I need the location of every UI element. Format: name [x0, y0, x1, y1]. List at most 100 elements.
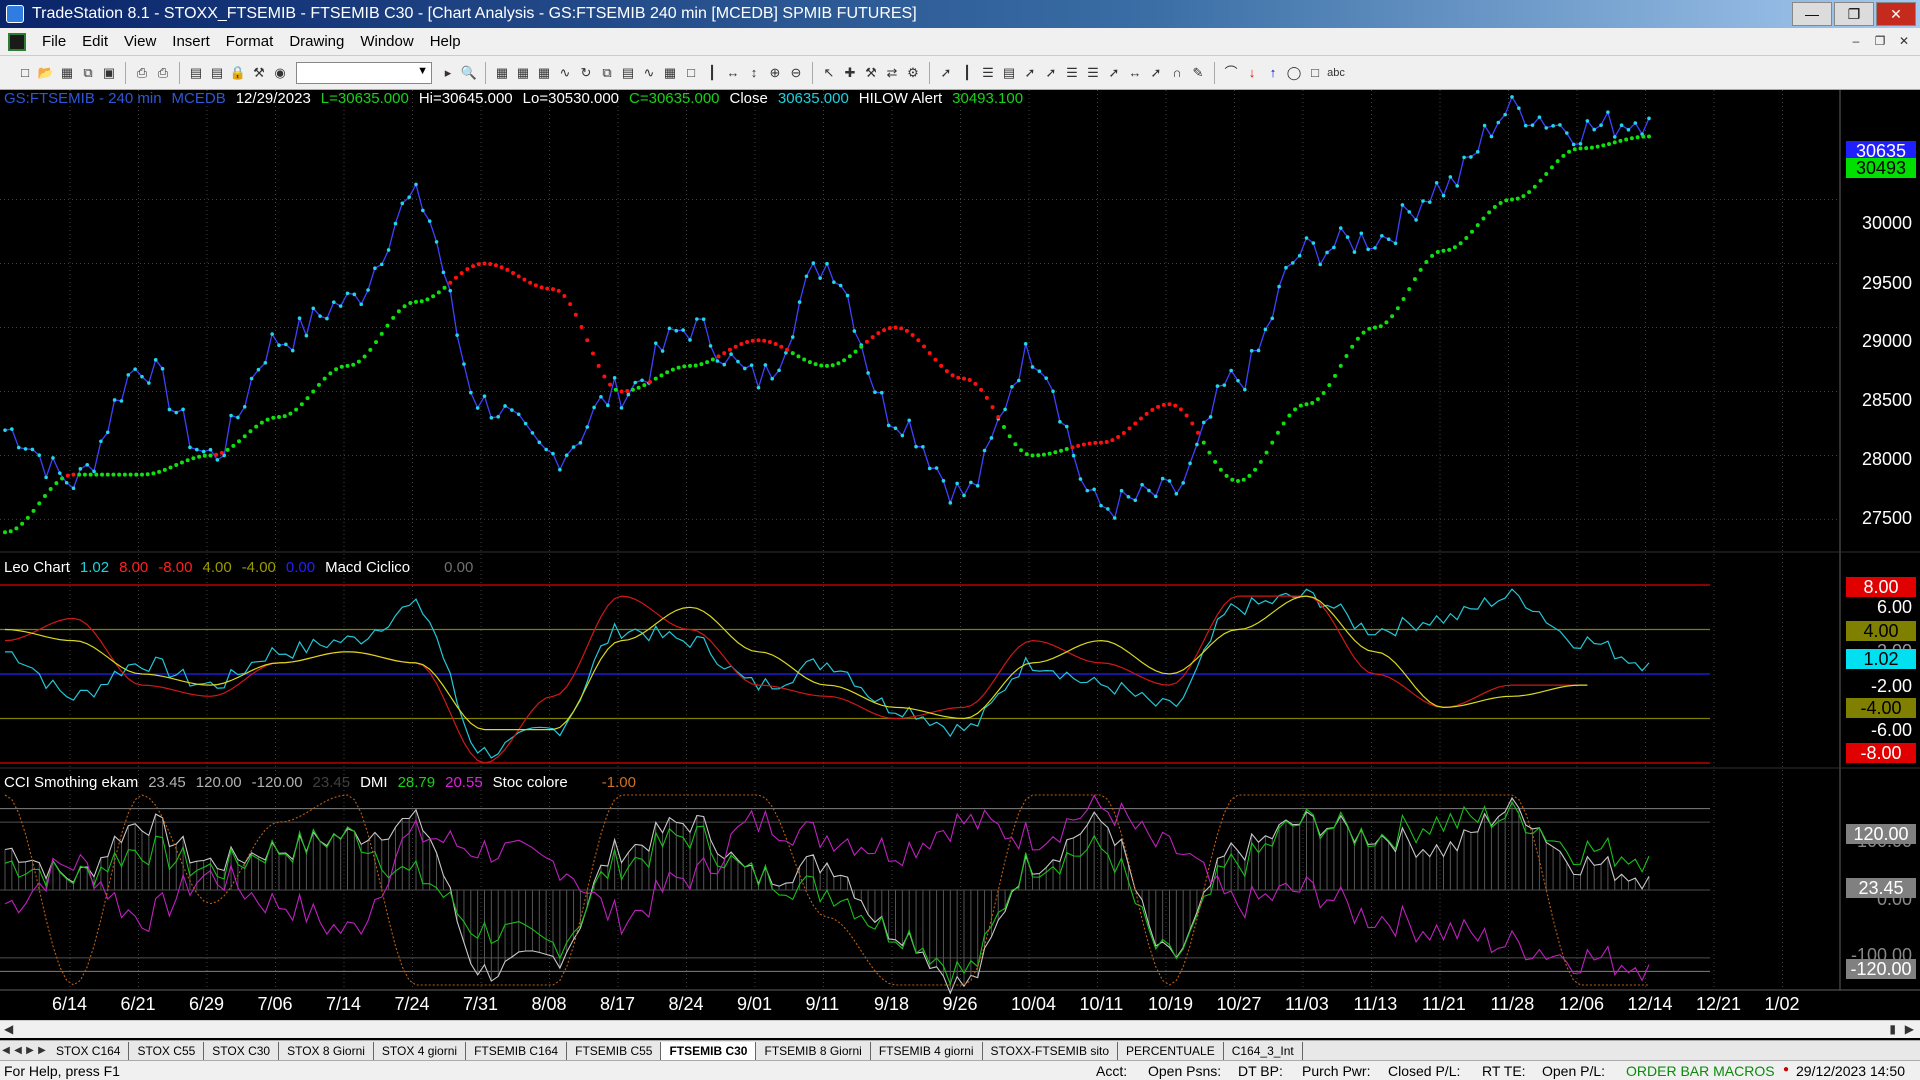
lock-icon[interactable]: 🔒 [229, 64, 247, 82]
close-price-point [1215, 384, 1220, 388]
tab-stox-4-giorni[interactable]: STOX 4 giorni [374, 1041, 467, 1060]
scroll-thumb-icon[interactable]: ▮ [1889, 1022, 1896, 1036]
doc-close-button[interactable]: ✕ [1894, 32, 1914, 50]
tab-stox-8-giorni[interactable]: STOX 8 Giorni [279, 1041, 374, 1060]
text-tool-icon[interactable]: abc [1327, 64, 1345, 82]
tools-icon[interactable]: ⚒ [250, 64, 268, 82]
wrench-icon[interactable]: ⚒ [862, 64, 880, 82]
order-bar-macros[interactable]: ORDER BAR MACROS [1626, 1063, 1775, 1079]
strategy-icon[interactable]: ▦ [661, 64, 679, 82]
retracement-icon[interactable]: ☰ [1084, 64, 1102, 82]
doc-minimize-button[interactable]: – [1846, 32, 1866, 50]
bar-chart-icon[interactable]: □ [682, 64, 700, 82]
copy-icon[interactable]: ⧉ [79, 64, 97, 82]
arc-icon[interactable]: ∩ [1168, 64, 1186, 82]
cursor-icon[interactable]: ✚ [841, 64, 859, 82]
tab-next-icon[interactable]: ▶ [24, 1045, 36, 1056]
pointer-icon[interactable]: ↖ [820, 64, 838, 82]
open-icon[interactable]: 📂 [37, 64, 55, 82]
chart-canvas[interactable] [0, 90, 1920, 1000]
find-icon[interactable]: 🔍 [460, 64, 478, 82]
curve-icon[interactable]: ⌒ [1222, 64, 1240, 82]
menu-insert[interactable]: Insert [164, 33, 218, 50]
settings-icon[interactable]: ⚙ [904, 64, 922, 82]
close-price-point [1503, 112, 1507, 117]
extension-icon[interactable]: ↔ [1126, 64, 1144, 82]
menu-window[interactable]: Window [352, 33, 421, 50]
doc-restore-button[interactable]: ❐ [1870, 32, 1890, 50]
menu-help[interactable]: Help [422, 33, 469, 50]
close-price-point [373, 266, 377, 271]
trendline-icon[interactable]: ➚ [937, 64, 955, 82]
minimize-button[interactable]: — [1792, 2, 1832, 26]
grid-icon[interactable]: ▦ [493, 64, 511, 82]
new-icon[interactable]: □ [16, 64, 34, 82]
tab-stox-c55[interactable]: STOX C55 [129, 1041, 205, 1060]
maximize-button[interactable]: ❐ [1834, 2, 1874, 26]
tab-ftsemib-c55[interactable]: FTSEMIB C55 [567, 1041, 662, 1060]
tab-first-icon[interactable]: ◀ [0, 1045, 12, 1056]
spacing-icon[interactable]: ↔ [724, 64, 742, 82]
tab-stoxx-ftsemib-sito[interactable]: STOXX-FTSEMIB sito [983, 1041, 1119, 1060]
table-icon[interactable]: ▦ [535, 64, 553, 82]
tab-percentuale[interactable]: PERCENTUALE [1118, 1041, 1224, 1060]
arrow-down-icon[interactable]: ↓ [1243, 64, 1261, 82]
format-icon[interactable]: ▤ [619, 64, 637, 82]
candlestick-icon[interactable]: ┃ [703, 64, 721, 82]
gann-fan-icon[interactable]: ➚ [1042, 64, 1060, 82]
menu-drawing[interactable]: Drawing [281, 33, 352, 50]
chevron-right-icon[interactable]: ▸ [439, 64, 457, 82]
rectangle-icon[interactable]: □ [1306, 64, 1324, 82]
regression-icon[interactable]: ➚ [1105, 64, 1123, 82]
chart-horizontal-scrollbar[interactable]: ◀ ▮ ▶ [0, 1020, 1920, 1038]
ellipse-icon[interactable]: ◯ [1285, 64, 1303, 82]
chart-window-icon[interactable] [8, 32, 26, 51]
hilow-alert-point [716, 354, 721, 359]
channel-icon[interactable]: ▤ [1000, 64, 1018, 82]
vertical-lines-icon[interactable]: ┃ [958, 64, 976, 82]
grid-icon[interactable]: ▦ [514, 64, 532, 82]
arrow-up-icon[interactable]: ↑ [1264, 64, 1282, 82]
speed-lines-icon[interactable]: ➚ [1021, 64, 1039, 82]
menu-format[interactable]: Format [218, 33, 282, 50]
tab-prev-icon[interactable]: ◀ [12, 1045, 24, 1056]
tab-ftsemib-4-giorni[interactable]: FTSEMIB 4 giorni [871, 1041, 983, 1060]
tab-stox-c30[interactable]: STOX C30 [204, 1041, 280, 1060]
menu-edit[interactable]: Edit [74, 33, 116, 50]
horizontal-lines-icon[interactable]: ☰ [979, 64, 997, 82]
symbol-combo[interactable]: ▼ [296, 61, 432, 84]
zoom-in-icon[interactable]: ⊕ [766, 64, 784, 82]
compress-icon[interactable]: ↕ [745, 64, 763, 82]
print-icon[interactable]: ⎙ [133, 64, 151, 82]
link-icon[interactable]: ⇄ [883, 64, 901, 82]
tab-ftsemib-c30[interactable]: FTSEMIB C30 [661, 1041, 757, 1060]
window-cascade-icon[interactable]: ▤ [208, 64, 226, 82]
window-tile-icon[interactable]: ▤ [187, 64, 205, 82]
menu-view[interactable]: View [116, 33, 164, 50]
hilow-alert-point [294, 407, 299, 412]
globe-icon[interactable]: ◉ [271, 64, 289, 82]
print-preview-icon[interactable]: ⎙ [154, 64, 172, 82]
tab-ftsemib-c164[interactable]: FTSEMIB C164 [466, 1041, 568, 1060]
save-icon[interactable]: ▣ [100, 64, 118, 82]
copy-chart-icon[interactable]: ⧉ [598, 64, 616, 82]
parallel-lines-icon[interactable]: ➚ [1147, 64, 1165, 82]
tab-stox-c164[interactable]: STOX C164 [48, 1041, 130, 1060]
tab-last-icon[interactable]: ▶ [36, 1045, 48, 1056]
tab-ftsemib-8-giorni[interactable]: FTSEMIB 8 Giorni [756, 1041, 871, 1060]
refresh-icon[interactable]: ↻ [577, 64, 595, 82]
scroll-left-icon[interactable]: ◀ [4, 1022, 13, 1036]
zoom-out-icon[interactable]: ⊖ [787, 64, 805, 82]
chevron-down-icon[interactable]: ▼ [417, 65, 428, 77]
pen-icon[interactable]: ✎ [1189, 64, 1207, 82]
fibonacci-icon[interactable]: ☰ [1063, 64, 1081, 82]
hilow-alert-point [745, 340, 750, 345]
tab-c164-3-int[interactable]: C164_3_Int [1224, 1041, 1303, 1060]
chart-line-icon[interactable]: ∿ [556, 64, 574, 82]
menu-file[interactable]: File [34, 33, 74, 50]
scroll-right-icon[interactable]: ▶ [1905, 1022, 1914, 1036]
indicator-icon[interactable]: ∿ [640, 64, 658, 82]
close-button[interactable]: ✕ [1876, 2, 1916, 26]
chart-analysis-window[interactable]: GS:FTSEMIB - 240 min MCEDB 12/29/2023 L=… [0, 90, 1920, 1014]
workspace-icon[interactable]: ▦ [58, 64, 76, 82]
